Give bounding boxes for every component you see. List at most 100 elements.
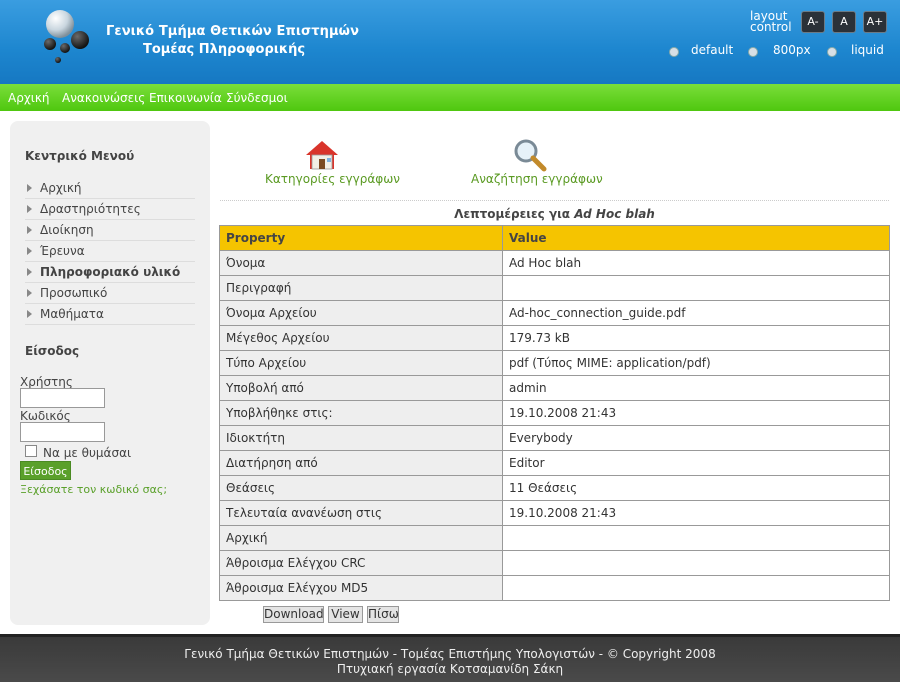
magnifier-icon[interactable] [513,138,547,172]
arrow-right-icon [27,184,32,192]
sidebar-item-courses[interactable]: Μαθήματα [25,305,195,325]
table-row: Θεάσεις 11 Θεάσεις [219,475,890,501]
property-cell: Μέγεθος Αρχείου [219,325,503,351]
property-cell: Περιγραφή [219,275,503,301]
value-cell: Ad Hoc blah [502,250,890,276]
property-cell: Διατήρηση από [219,450,503,476]
value-cell: 179.73 kB [502,325,890,351]
value-cell [502,275,890,301]
property-cell: Ιδιοκτήτη [219,425,503,451]
sidebar-item-label: Μαθήματα [40,307,104,321]
layout-800px-label[interactable]: 800px [773,43,811,57]
sidebar-item-research[interactable]: Έρευνα [25,242,195,262]
table-row: Αρχική [219,525,890,551]
arrow-right-icon [27,205,32,213]
value-cell: 19.10.2008 21:43 [502,400,890,426]
property-cell: Όνομα Αρχείου [219,300,503,326]
login-heading: Είσοδος [25,344,80,358]
property-cell: Θεάσεις [219,475,503,501]
value-cell: 19.10.2008 21:43 [502,500,890,526]
document-properties-table: Property Value Όνομα Ad Hoc blah Περιγραφή… [219,225,890,601]
value-cell: pdf (Τύπος MIME: application/pdf) [502,350,890,376]
search-link[interactable]: Αναζήτηση εγγράφων [471,172,603,186]
details-document-name: Ad Hoc blah [574,207,655,221]
sidebar-item-label: Έρευνα [40,244,85,258]
table-row: Υποβολή από admin [219,375,890,401]
back-button[interactable]: Πίσω [367,606,399,623]
table-header-row: Property Value [219,225,890,251]
layout-default-label[interactable]: default [691,43,733,57]
site-title: Γενικό Τμήμα Θετικών Επιστημών [106,24,360,39]
nav-home[interactable]: Αρχική [8,91,50,105]
value-column-header: Value [502,225,890,251]
nav-links[interactable]: Σύνδεσμοι [226,91,288,105]
username-field[interactable] [20,388,105,408]
arrow-right-icon [27,289,32,297]
sidebar-item-label: Πληροφοριακό υλικό [40,265,181,279]
home-icon[interactable] [305,139,339,171]
site-header: Γενικό Τμήμα Θετικών Επιστημών Τομέας Πλ… [0,0,900,84]
arrow-right-icon [27,310,32,318]
divider [220,200,889,201]
sidebar-item-label: Δραστηριότητες [40,202,141,216]
table-row: Ιδιοκτήτη Everybody [219,425,890,451]
categories-link[interactable]: Κατηγορίες εγγράφων [265,172,400,186]
value-cell: admin [502,375,890,401]
property-cell: Τύπο Αρχείου [219,350,503,376]
table-row: Τελευταία ανανέωση στις 19.10.2008 21:43 [219,500,890,526]
view-button[interactable]: View [328,606,363,623]
arrow-right-icon [27,226,32,234]
sidebar: Κεντρικό Μενού Αρχική Δραστηριότητες Διο… [10,121,210,625]
password-field[interactable] [20,422,105,442]
property-cell: Άθροισμα Ελέγχου MD5 [219,575,503,601]
property-cell: Υποβολή από [219,375,503,401]
logo-spheres-icon [44,10,89,63]
details-title: Λεπτομέρειες για Ad Hoc blah [220,207,889,221]
remember-me-label[interactable]: Να με θυμάσαι [43,446,131,460]
property-cell: Υποβλήθηκε στις: [219,400,503,426]
forgot-password-link[interactable]: Ξεχάσατε τον κωδικό σας; [20,483,167,496]
layout-800px-radio[interactable] [748,47,758,57]
sidebar-item-label: Προσωπικό [40,286,108,300]
top-nav: Αρχική Ανακοινώσεις Επικοινωνία Σύνδεσμο… [0,84,900,111]
value-cell [502,550,890,576]
font-decrease-button[interactable]: A- [801,11,825,33]
property-cell: Όνομα [219,250,503,276]
property-cell: Τελευταία ανανέωση στις [219,500,503,526]
sidebar-item-info-material[interactable]: Πληροφοριακό υλικό [25,263,195,283]
value-cell [502,525,890,551]
table-row: Περιγραφή [219,275,890,301]
footer-credit: Πτυχιακή εργασία Κοτσαμανίδη Σάκη [336,662,564,676]
sidebar-item-home[interactable]: Αρχική [25,179,195,199]
value-cell: 11 Θεάσεις [502,475,890,501]
font-increase-button[interactable]: A+ [863,11,887,33]
sidebar-item-activities[interactable]: Δραστηριότητες [25,200,195,220]
sidebar-item-administration[interactable]: Διοίκηση [25,221,195,241]
main-menu-heading: Κεντρικό Μενού [25,149,135,163]
layout-control-label: layout control [750,10,792,34]
download-button[interactable]: Download [263,606,324,623]
site-subtitle: Τομέας Πληροφορικής [143,42,306,57]
layout-control-label-line2: control [750,20,792,34]
sidebar-item-staff[interactable]: Προσωπικό [25,284,195,304]
property-column-header: Property [219,225,503,251]
font-reset-button[interactable]: A [832,11,856,33]
nav-contact[interactable]: Επικοινωνία [149,91,222,105]
nav-announcements[interactable]: Ανακοινώσεις [62,91,145,105]
arrow-right-icon [27,247,32,255]
layout-liquid-label[interactable]: liquid [851,43,884,57]
layout-liquid-radio[interactable] [827,47,837,57]
site-footer: Γενικό Τμήμα Θετικών Επιστημών - Τομέας … [0,634,900,682]
remember-me-checkbox[interactable] [25,445,37,457]
username-label: Χρήστης [20,375,73,389]
value-cell: Editor [502,450,890,476]
property-cell: Αρχική [219,525,503,551]
table-row: Όνομα Ad Hoc blah [219,250,890,276]
login-button[interactable]: Είσοδος [20,461,71,480]
value-cell [502,575,890,601]
sidebar-item-label: Αρχική [40,181,82,195]
sidebar-item-label: Διοίκηση [40,223,94,237]
table-row: Τύπο Αρχείου pdf (Τύπος MIME: application… [219,350,890,376]
value-cell: Everybody [502,425,890,451]
layout-default-radio[interactable] [669,47,679,57]
